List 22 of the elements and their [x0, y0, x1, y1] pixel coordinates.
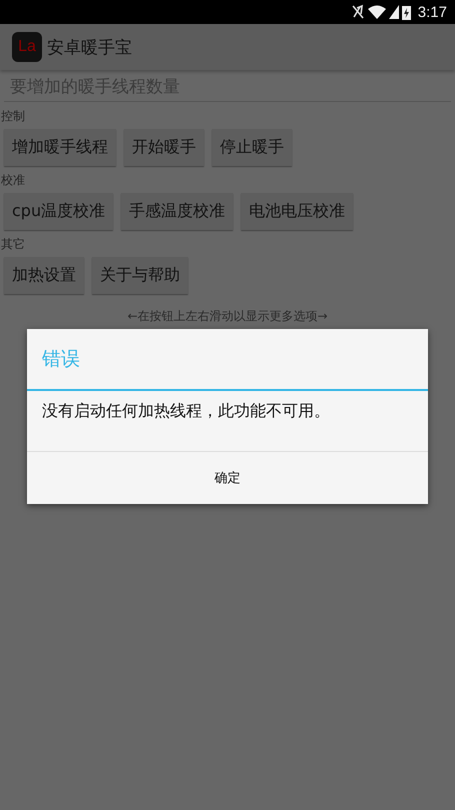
confirm-button[interactable]: 确定 — [27, 452, 428, 504]
action-button[interactable]: 开始暖手 — [124, 129, 204, 166]
signal-icon — [388, 5, 399, 19]
section-label: 控制 — [0, 108, 25, 125]
section-label: 校准 — [0, 172, 25, 189]
section-label: 其它 — [0, 236, 25, 253]
muted-icon — [350, 4, 365, 20]
action-button[interactable]: cpu温度校准 — [4, 193, 114, 230]
dialog-title: 错误 — [42, 347, 80, 372]
action-button[interactable]: 增加暖手线程 — [4, 129, 116, 166]
action-button[interactable]: 关于与帮助 — [92, 257, 188, 294]
action-button[interactable]: 手感温度校准 — [121, 193, 234, 230]
clock-time: 3:17 — [418, 4, 447, 20]
app-title: 安卓暖手宝 — [47, 36, 132, 58]
swipe-hint: ←在按钮上左右滑动以显示更多选项→ — [126, 308, 329, 325]
action-button[interactable]: 电池电压校准 — [241, 193, 354, 230]
action-button[interactable]: 停止暖手 — [212, 129, 292, 166]
dialog-message: 没有启动任何加热线程，此功能不可用。 — [42, 401, 330, 420]
app-logo: La — [12, 32, 42, 62]
wifi-icon — [368, 5, 386, 19]
battery-icon — [402, 4, 411, 20]
action-button[interactable]: 加热设置 — [4, 257, 84, 294]
